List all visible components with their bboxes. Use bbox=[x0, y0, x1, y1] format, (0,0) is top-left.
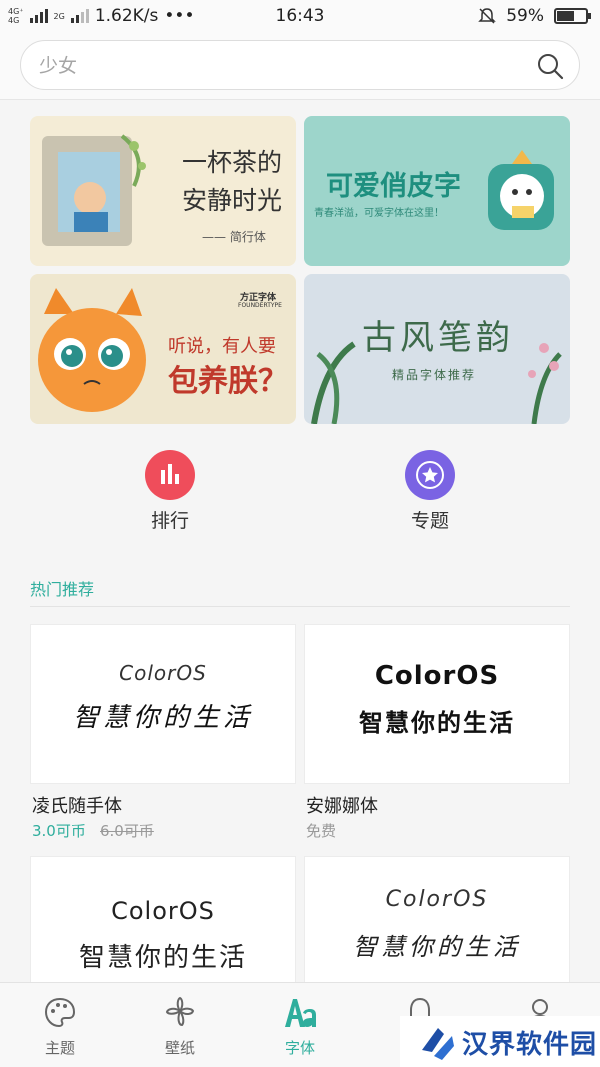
font-preview-en: ColorOS bbox=[374, 661, 500, 691]
banner-subtitle: 精品字体推荐 bbox=[392, 368, 477, 382]
status-bar: 4G⁺ 4G 2G 1.62K/s ••• 16:43 59% bbox=[0, 0, 600, 32]
bell-muted-icon bbox=[478, 8, 497, 24]
font-preview-en: ColorOS bbox=[111, 897, 215, 925]
search-icon[interactable] bbox=[535, 51, 565, 81]
nav-label: 壁纸 bbox=[164, 1039, 195, 1057]
search-box[interactable] bbox=[20, 40, 580, 90]
battery-fill bbox=[557, 11, 574, 21]
ranking-label: 排行 bbox=[150, 510, 189, 532]
banner-line-2: 包养朕？ bbox=[168, 364, 288, 399]
banner-title: 古风笔韵 bbox=[362, 318, 514, 358]
banner-subtitle: 青春洋溢，可爱字体在这里！ bbox=[314, 208, 444, 219]
ranking-shortcut[interactable]: 排行 bbox=[120, 450, 220, 533]
banner-founder-type[interactable]: 方正字体 FOUNDERTYPE 听说，有人要 包养朕？ bbox=[30, 274, 296, 424]
font-name[interactable]: 凌氏随手体 bbox=[32, 792, 122, 818]
ranking-icon bbox=[145, 450, 195, 500]
banner-ancient-style[interactable]: 古风笔韵 精品字体推荐 bbox=[304, 274, 570, 424]
search-input[interactable] bbox=[39, 51, 519, 81]
font-preview-en: ColorOS bbox=[385, 887, 489, 912]
watermark-text: 汉界软件园 bbox=[462, 1030, 598, 1060]
banner-subtitle: —— 简行体 bbox=[202, 230, 266, 244]
search-bar-area bbox=[0, 32, 600, 100]
font-preview-cn: 智慧你的生活 bbox=[353, 933, 521, 961]
nav-label: 主题 bbox=[44, 1039, 75, 1057]
banner-title: 一杯茶的安静时光 bbox=[181, 148, 282, 215]
orange-cat-illustration bbox=[38, 288, 146, 412]
font-aa-icon bbox=[285, 999, 316, 1027]
font-name[interactable]: 安娜娜体 bbox=[306, 792, 378, 818]
flower-icon bbox=[165, 996, 195, 1027]
font-preview-cn: 智慧你的生活 bbox=[78, 943, 247, 973]
battery-icon bbox=[554, 8, 591, 24]
palette-icon bbox=[44, 997, 76, 1028]
brand-logo-subtext: FOUNDERTYPE bbox=[238, 302, 282, 309]
font-preview-en: ColorOS bbox=[119, 661, 207, 685]
star-icon bbox=[405, 450, 455, 500]
nav-item-wallpaper[interactable]: 壁纸 bbox=[120, 983, 240, 1067]
topic-shortcut[interactable]: 专题 bbox=[380, 450, 480, 533]
banner-title: 可爱俏皮字 bbox=[326, 171, 461, 202]
section-title: 热门推荐 bbox=[30, 580, 95, 599]
topic-label: 专题 bbox=[410, 510, 449, 532]
watermark-logo-icon bbox=[422, 1028, 454, 1060]
status-right: 59% bbox=[478, 6, 591, 26]
cat-illustration bbox=[488, 150, 554, 230]
font-card[interactable]: ColorOS 智慧你的生活 bbox=[30, 624, 296, 784]
font-original-price: 6.0可币 bbox=[100, 822, 154, 840]
font-card[interactable]: ColorOS 智慧你的生活 bbox=[304, 624, 570, 784]
font-price: 3.0可币 bbox=[32, 822, 86, 840]
nav-item-theme[interactable]: 主题 bbox=[0, 983, 120, 1067]
banner-cute-font[interactable]: 可爱俏皮字 青春洋溢，可爱字体在这里！ bbox=[304, 116, 570, 266]
nav-item-font[interactable]: 字体 bbox=[240, 983, 360, 1067]
section-divider bbox=[30, 606, 570, 607]
font-price: 免费 bbox=[306, 822, 337, 840]
font-preview-cn: 智慧你的生活 bbox=[359, 709, 515, 737]
banner-illustration bbox=[42, 134, 146, 246]
watermark: 汉界软件园 bbox=[400, 1016, 600, 1067]
banner-line-1: 听说，有人要 bbox=[168, 336, 276, 357]
battery-percent: 59% bbox=[506, 6, 544, 26]
banner-tea-time[interactable]: 一杯茶的安静时光 —— 简行体 bbox=[30, 116, 296, 266]
font-preview-cn: 智慧你的生活 bbox=[72, 703, 253, 733]
nav-label: 字体 bbox=[284, 1039, 315, 1057]
